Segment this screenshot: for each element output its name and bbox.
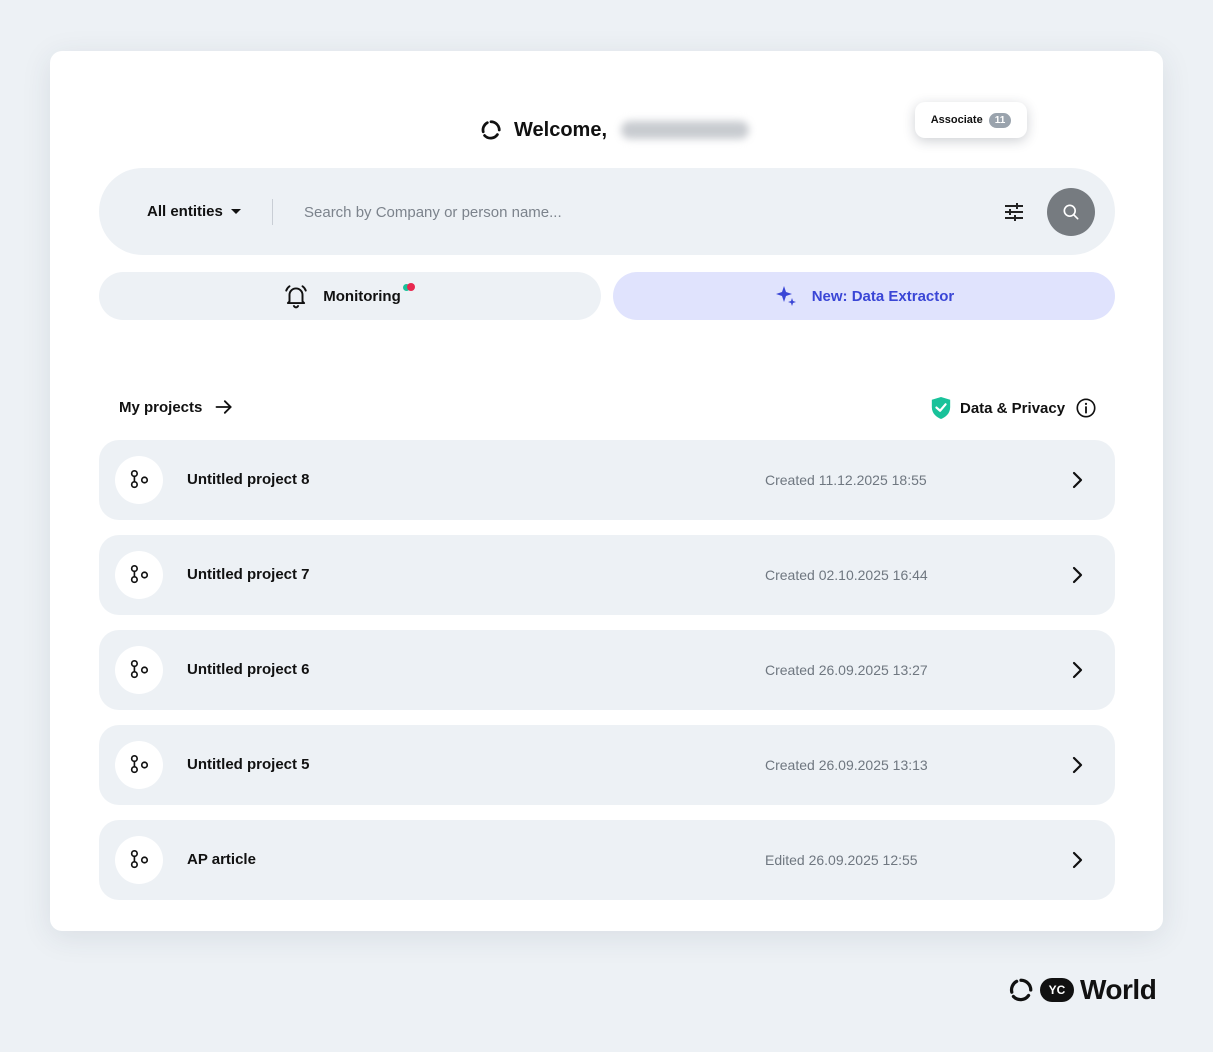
divider xyxy=(272,199,273,225)
project-nodes-icon xyxy=(130,660,149,679)
project-row[interactable]: Untitled project 7 Created 02.10.2025 16:… xyxy=(99,535,1115,615)
role-chip-label: Associate xyxy=(930,114,983,126)
entity-scope-label: All entities xyxy=(147,203,223,220)
welcome-header: Welcome, xyxy=(480,115,749,145)
caret-down-icon xyxy=(230,209,241,214)
project-date: Created 26.09.2025 13:13 xyxy=(765,757,928,773)
role-chip[interactable]: Associate 11 xyxy=(915,102,1027,138)
project-date: Created 26.09.2025 13:27 xyxy=(765,662,928,678)
loading-spinner-icon xyxy=(481,120,501,140)
project-nodes-icon xyxy=(130,565,149,584)
brand-spinner-icon xyxy=(1009,978,1033,1002)
project-name: Untitled project 5 xyxy=(187,756,310,773)
chevron-right-icon xyxy=(1072,851,1083,869)
project-nodes-icon xyxy=(130,470,149,489)
chevron-right-icon xyxy=(1072,661,1083,679)
chevron-right-icon xyxy=(1072,471,1083,489)
project-date: Created 02.10.2025 16:44 xyxy=(765,567,928,583)
project-icon xyxy=(115,456,163,504)
project-name: Untitled project 6 xyxy=(187,661,310,678)
search-bar: All entities xyxy=(99,168,1115,255)
bell-icon xyxy=(285,285,307,309)
my-projects-heading: My projects xyxy=(119,398,203,416)
info-icon[interactable] xyxy=(1075,397,1097,419)
project-row[interactable]: AP article Edited 26.09.2025 12:55 xyxy=(99,820,1115,900)
entity-scope-dropdown[interactable]: All entities xyxy=(147,168,241,255)
search-input[interactable] xyxy=(304,196,984,228)
project-icon xyxy=(115,551,163,599)
project-nodes-icon xyxy=(130,755,149,774)
project-name: Untitled project 7 xyxy=(187,566,310,583)
sparkle-icon xyxy=(775,286,796,306)
project-icon xyxy=(115,741,163,789)
project-icon xyxy=(115,836,163,884)
project-row[interactable]: Untitled project 8 Created 11.12.2025 18:… xyxy=(99,440,1115,520)
brand-logo: YC World xyxy=(1008,974,1157,1006)
arrow-right-icon xyxy=(215,400,232,414)
shield-check-icon xyxy=(931,397,951,419)
monitoring-label: Monitoring xyxy=(323,287,401,305)
search-button[interactable] xyxy=(1047,188,1095,236)
data-privacy: Data & Privacy xyxy=(930,396,1097,420)
project-name: AP article xyxy=(187,851,256,868)
project-row[interactable]: Untitled project 6 Created 26.09.2025 13:… xyxy=(99,630,1115,710)
blurred-user-name xyxy=(621,121,749,139)
project-nodes-icon xyxy=(130,850,149,869)
brand-wordmark: World xyxy=(1080,974,1157,1005)
project-row[interactable]: Untitled project 5 Created 26.09.2025 13:… xyxy=(99,725,1115,805)
project-icon xyxy=(115,646,163,694)
search-icon xyxy=(1063,204,1079,220)
project-name: Untitled project 8 xyxy=(187,471,310,488)
data-privacy-label: Data & Privacy xyxy=(960,399,1066,417)
welcome-text: Welcome, xyxy=(514,118,607,141)
filter-sliders-icon[interactable] xyxy=(1002,200,1026,224)
monitoring-button[interactable]: Monitoring xyxy=(99,272,601,320)
notification-dots xyxy=(402,282,417,296)
brand-badge: YC xyxy=(1040,978,1074,1002)
my-projects-link[interactable]: My projects xyxy=(119,397,234,417)
project-date: Edited 26.09.2025 12:55 xyxy=(765,852,918,868)
main-card: Welcome, Associate 11 All entities Searc… xyxy=(50,51,1163,931)
data-extractor-label: New: Data Extractor xyxy=(811,287,955,305)
data-extractor-button[interactable]: New: Data Extractor xyxy=(613,272,1115,320)
role-chip-count: 11 xyxy=(988,112,1012,128)
chevron-right-icon xyxy=(1072,756,1083,774)
chevron-right-icon xyxy=(1072,566,1083,584)
project-date: Created 11.12.2025 18:55 xyxy=(765,472,927,488)
